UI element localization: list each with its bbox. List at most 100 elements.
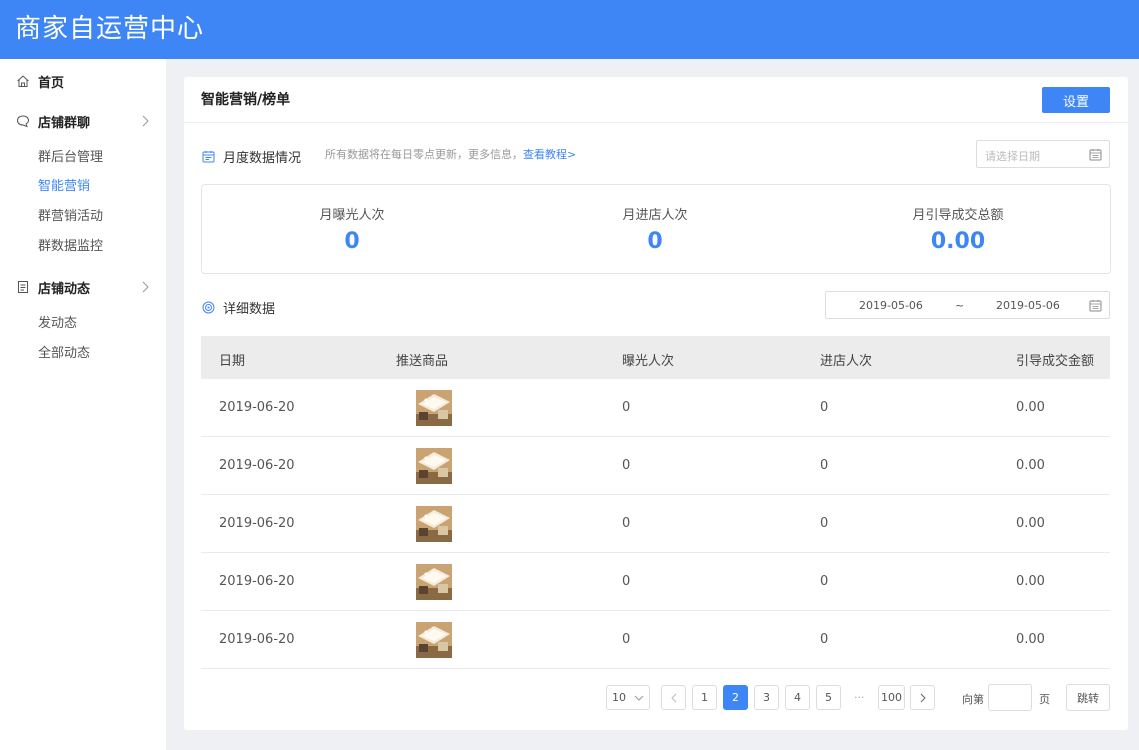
cell-date: 2019-06-20 [219,458,295,473]
sidebar-item-group-campaigns[interactable]: 群营销活动 [38,208,103,226]
table-row: 2019-06-20 0 0 0.00 [201,611,1110,669]
cell-amount: 0.00 [1016,516,1045,531]
section-title: 详细数据 [223,302,276,317]
pagination-ellipsis: ··· [854,691,865,704]
range-start: 2019-05-06 [859,299,923,312]
cell-exposure: 0 [622,458,631,473]
cell-exposure: 0 [622,632,631,647]
cell-exposure: 0 [622,400,631,415]
sidebar-item-group-admin[interactable]: 群后台管理 [38,149,103,167]
cell-amount: 0.00 [1016,574,1045,589]
table-row: 2019-06-20 0 0 0.00 [201,379,1110,437]
sidebar-item-label: 店铺群聊 [38,115,91,131]
page-size-select[interactable]: 10 [606,685,650,710]
page-button-last[interactable]: 100 [878,685,905,710]
chat-icon [16,114,30,128]
stat-value: 0 [344,229,360,254]
cell-visits: 0 [820,632,829,647]
cell-date: 2019-06-20 [219,400,295,415]
page-button-3[interactable]: 3 [754,685,779,710]
table-header: 日期 推送商品 曝光人次 进店人次 引导成交金额 [201,336,1110,379]
column-header-date: 日期 [219,354,246,369]
column-header-visits: 进店人次 [820,354,873,369]
column-header-product: 推送商品 [396,354,449,369]
calendar-icon [1089,300,1102,312]
date-placeholder: 请选择日期 [985,150,1040,163]
cell-exposure: 0 [622,516,631,531]
update-note: 所有数据将在每日零点更新，更多信息，查看教程> [325,148,576,162]
page-size-value: 10 [612,691,626,704]
cell-amount: 0.00 [1016,458,1045,473]
update-note-text: 所有数据将在每日零点更新，更多信息， [325,148,523,161]
range-separator: ~ [955,299,965,312]
page-button-5[interactable]: 5 [816,685,841,710]
monthly-section-heading: 月度数据情况 [202,147,301,166]
sidebar-item-label: 店铺动态 [38,281,91,297]
sidebar-item-smart-marketing[interactable]: 智能营销 [38,178,90,196]
sidebar-item-dynamics[interactable]: 店铺动态 [16,277,90,297]
chevron-left-icon [670,693,676,702]
goto-button[interactable]: 跳转 [1066,684,1110,711]
sidebar-item-post-dynamic[interactable]: 发动态 [38,315,77,333]
page-title: 智能营销/榜单 [201,92,291,108]
product-thumbnail[interactable] [416,390,452,426]
page-button-2[interactable]: 2 [723,685,748,710]
sidebar-item-label: 首页 [38,75,65,91]
detail-section-heading: 详细数据 [202,298,275,317]
cell-amount: 0.00 [1016,632,1045,647]
document-icon [16,280,30,294]
chevron-right-icon [920,693,926,702]
divider [184,122,1128,123]
cell-visits: 0 [820,458,829,473]
column-header-amount: 引导成交金额 [1016,354,1095,369]
cell-date: 2019-06-20 [219,632,295,647]
goto-prefix: 向第 [962,693,984,706]
month-date-picker[interactable]: 请选择日期 [976,140,1110,168]
settings-button[interactable]: 设置 [1042,87,1110,113]
goto-page-input[interactable] [988,684,1032,711]
sidebar-item-group-chat[interactable]: 店铺群聊 [16,111,90,131]
cell-exposure: 0 [622,574,631,589]
cell-visits: 0 [820,574,829,589]
main-panel: 智能营销/榜单 设置 月度数据情况 所有数据将在每日零点更新，更多信息，查看教程… [184,77,1128,730]
date-range-picker[interactable]: 2019-05-06 ~ 2019-05-06 [825,291,1110,319]
stat-label: 月引导成交总额 [912,208,1004,223]
chevron-right-icon[interactable] [140,115,150,127]
column-header-exposure: 曝光人次 [622,354,675,369]
page-button-1[interactable]: 1 [692,685,717,710]
prev-page-button[interactable] [661,685,686,710]
chevron-down-icon [634,695,644,701]
next-page-button[interactable] [910,685,935,710]
range-end: 2019-05-06 [996,299,1060,312]
tutorial-link[interactable]: 查看教程> [523,148,576,161]
page-button-4[interactable]: 4 [785,685,810,710]
chevron-right-icon[interactable] [140,281,150,293]
stat-label: 月曝光人次 [319,208,385,223]
goto-suffix: 页 [1039,693,1050,706]
data-icon [202,301,215,314]
product-thumbnail[interactable] [416,622,452,658]
cell-date: 2019-06-20 [219,574,295,589]
sidebar-item-group-monitor[interactable]: 群数据监控 [38,238,103,256]
product-thumbnail[interactable] [416,506,452,542]
sidebar: 首页 店铺群聊 群后台管理 智能营销 群营销活动 群数据监控 店铺动态 发动态 … [0,59,166,750]
table-row: 2019-06-20 0 0 0.00 [201,437,1110,495]
sidebar-item-home[interactable]: 首页 [16,71,64,91]
cell-visits: 0 [820,516,829,531]
top-bar: 商家自运营中心 [0,0,1139,59]
table-row: 2019-06-20 0 0 0.00 [201,495,1110,553]
stat-value: 0 [647,229,663,254]
monthly-stats-card: 月曝光人次 0 月进店人次 0 月引导成交总额 0.00 [201,184,1111,274]
sidebar-item-all-dynamics[interactable]: 全部动态 [38,345,90,363]
product-thumbnail[interactable] [416,448,452,484]
calendar-icon [1089,149,1102,161]
section-title: 月度数据情况 [223,151,302,166]
calendar-icon [202,150,215,163]
cell-visits: 0 [820,400,829,415]
stat-label: 月进店人次 [622,208,688,223]
app-title: 商家自运营中心 [15,14,205,44]
cell-amount: 0.00 [1016,400,1045,415]
table-row: 2019-06-20 0 0 0.00 [201,553,1110,611]
product-thumbnail[interactable] [416,564,452,600]
stat-value: 0.00 [930,229,986,254]
